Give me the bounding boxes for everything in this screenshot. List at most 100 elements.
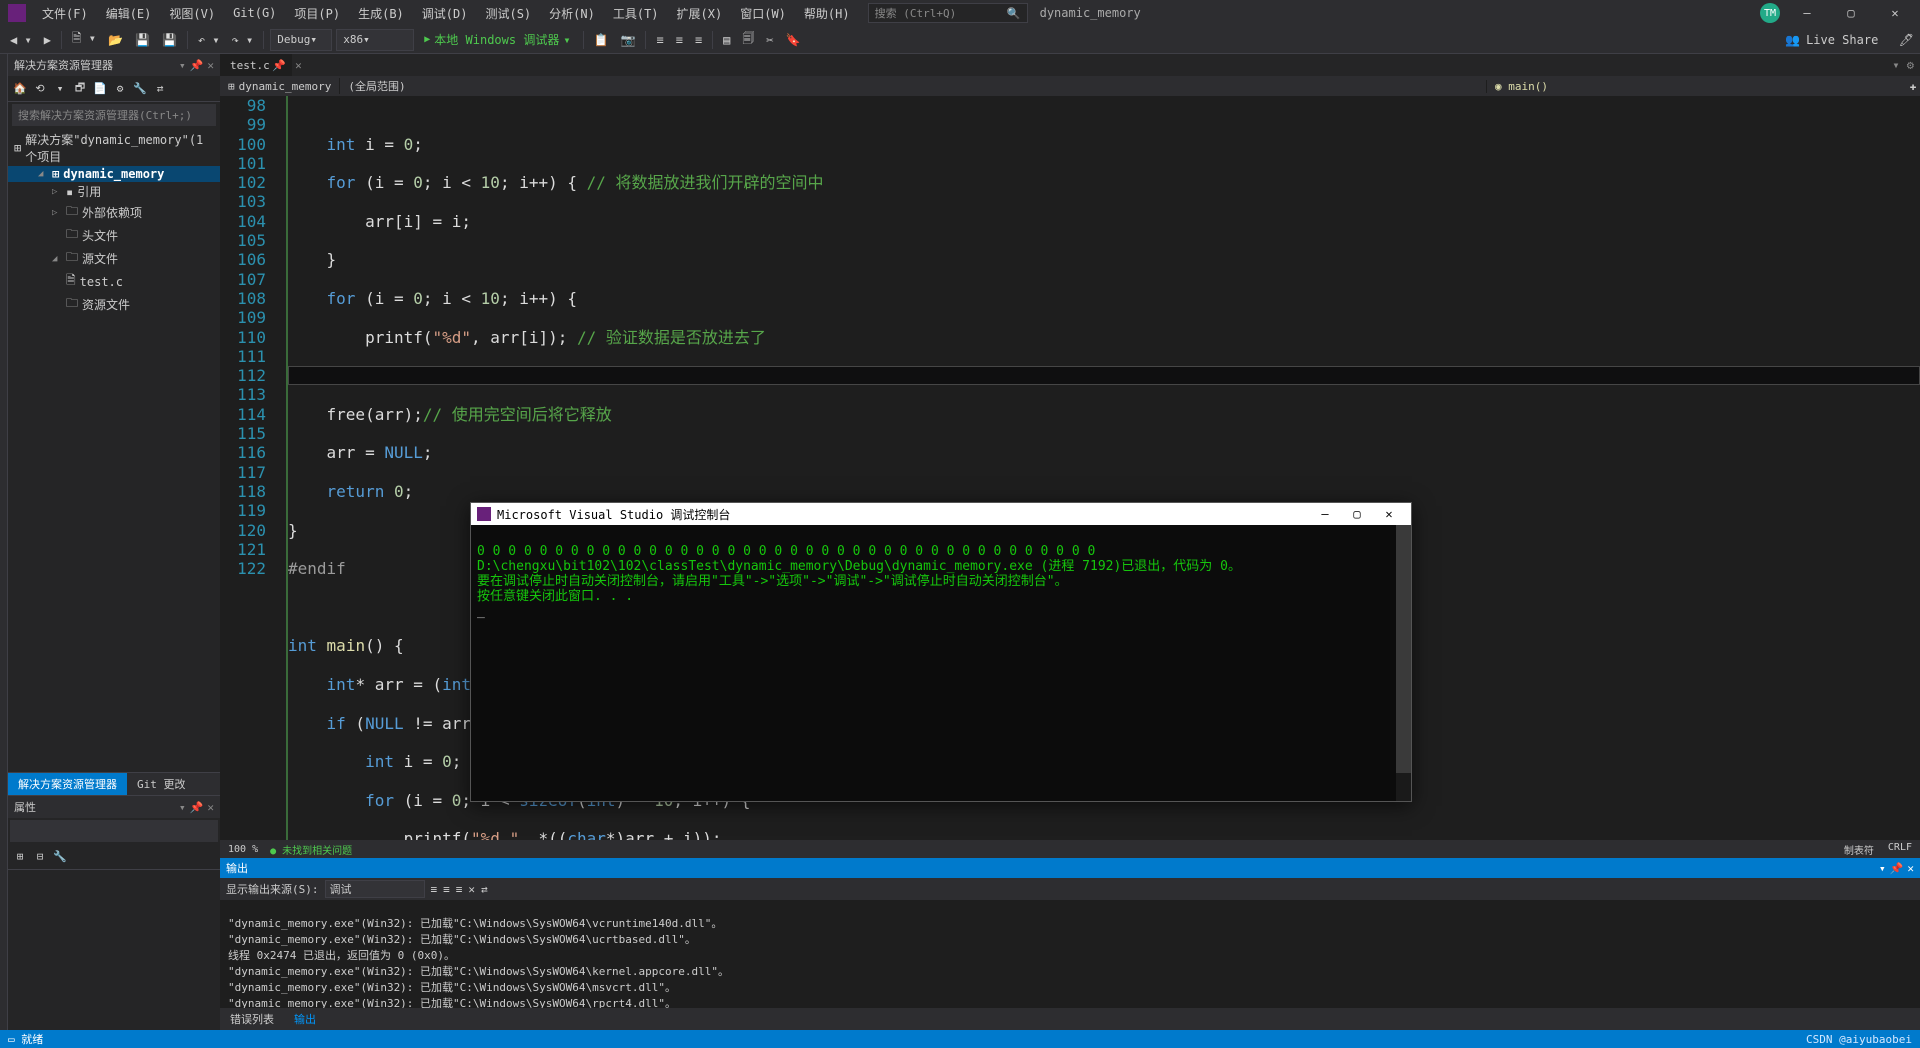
open-btn[interactable]: 📂 bbox=[104, 31, 127, 49]
menu-edit[interactable]: 编辑(E) bbox=[98, 3, 160, 24]
solution-node[interactable]: ⊞ 解决方案"dynamic_memory"(1 个项目 bbox=[8, 130, 220, 166]
source-node[interactable]: ◢🗀 源文件 bbox=[8, 247, 220, 270]
tool-icon-3[interactable]: 📄 bbox=[92, 81, 108, 97]
output-content[interactable]: "dynamic_memory.exe"(Win32): 已加载"C:\Wind… bbox=[220, 900, 1920, 1008]
nav-fwd[interactable]: ▶ bbox=[40, 31, 55, 49]
headers-node[interactable]: 🗀 头文件 bbox=[8, 224, 220, 247]
menu-debug[interactable]: 调试(D) bbox=[414, 3, 476, 24]
pin-icon[interactable]: 📌 bbox=[272, 59, 286, 72]
pin-icon[interactable]: 📌 bbox=[190, 59, 204, 72]
line-ending[interactable]: CRLF bbox=[1888, 842, 1912, 857]
console-titlebar[interactable]: Microsoft Visual Studio 调试控制台 — ▢ ✕ bbox=[471, 503, 1411, 525]
out-tool-2[interactable]: ≡ bbox=[443, 883, 450, 896]
tb-icon-3[interactable]: ≡ bbox=[652, 31, 667, 49]
dropdown-icon[interactable]: ▾ bbox=[179, 59, 186, 72]
props-icon-1[interactable]: ⊞ bbox=[12, 849, 28, 865]
menu-tools[interactable]: 工具(T) bbox=[605, 3, 667, 24]
dropdown-icon[interactable]: ▾ bbox=[179, 801, 186, 814]
saveall-btn[interactable]: 💾 bbox=[158, 31, 181, 49]
close-icon[interactable]: ✕ bbox=[295, 59, 302, 72]
console-close[interactable]: ✕ bbox=[1373, 507, 1405, 521]
tab-error-list[interactable]: 错误列表 bbox=[220, 1009, 284, 1029]
explorer-search[interactable]: 搜索解决方案资源管理器(Ctrl+;) bbox=[12, 104, 216, 126]
tab-git-changes[interactable]: Git 更改 bbox=[127, 773, 196, 795]
console-maximize[interactable]: ▢ bbox=[1341, 507, 1373, 521]
start-debug-button[interactable]: 本地 Windows 调试器 ▾ bbox=[418, 31, 576, 48]
menu-project[interactable]: 项目(P) bbox=[286, 3, 348, 24]
tool-icon-6[interactable]: ⇄ bbox=[152, 81, 168, 97]
props-icon-3[interactable]: 🔧 bbox=[52, 849, 68, 865]
menu-analyze[interactable]: 分析(N) bbox=[541, 3, 603, 24]
tb-icon-4[interactable]: ≡ bbox=[672, 31, 687, 49]
config-select[interactable]: Debug ▾ bbox=[270, 29, 332, 51]
file-node[interactable]: 🗎 test.c bbox=[8, 270, 220, 293]
close-icon[interactable]: ✕ bbox=[207, 59, 214, 72]
tb-icon-5[interactable]: ≡ bbox=[691, 31, 706, 49]
split-icon[interactable]: ✚ bbox=[1906, 80, 1920, 93]
nav-back[interactable]: ◀ ▾ bbox=[6, 31, 36, 49]
menu-file[interactable]: 文件(F) bbox=[34, 3, 96, 24]
close-button[interactable]: ✕ bbox=[1878, 6, 1912, 20]
dropdown-icon[interactable]: ▾ bbox=[1879, 862, 1886, 875]
tab-solution-explorer[interactable]: 解决方案资源管理器 bbox=[8, 773, 127, 795]
editor-tab-testc[interactable]: test.c📌✕ bbox=[220, 54, 292, 76]
out-tool-3[interactable]: ≡ bbox=[456, 883, 463, 896]
menu-extensions[interactable]: 扩展(X) bbox=[669, 3, 731, 24]
references-node[interactable]: ▷▪ 引用 bbox=[8, 182, 220, 201]
redo-btn[interactable]: ↷ ▾ bbox=[228, 31, 258, 49]
console-minimize[interactable]: — bbox=[1309, 507, 1341, 521]
minimize-button[interactable]: — bbox=[1790, 6, 1824, 20]
sync-icon[interactable]: ⟲ bbox=[32, 81, 48, 97]
menu-window[interactable]: 窗口(W) bbox=[732, 3, 794, 24]
tool-icon-5[interactable]: 🔧 bbox=[132, 81, 148, 97]
resource-node[interactable]: 🗀 资源文件 bbox=[8, 293, 220, 316]
tool-icon-2[interactable]: 🗗 bbox=[72, 81, 88, 97]
tb-icon-9[interactable]: 🔖 bbox=[782, 31, 805, 49]
tb-icon-6[interactable]: ▤ bbox=[719, 31, 734, 49]
tb-icon-7[interactable]: 🗐 bbox=[738, 27, 758, 52]
project-node[interactable]: ◢⊞ dynamic_memory bbox=[8, 166, 220, 182]
close-icon[interactable]: ✕ bbox=[1907, 862, 1914, 875]
solution-icon: ⊞ bbox=[14, 141, 21, 155]
user-avatar[interactable]: TM bbox=[1760, 3, 1780, 23]
crumb-project[interactable]: ⊞ dynamic_memory bbox=[220, 80, 339, 93]
console-scrollbar[interactable] bbox=[1396, 525, 1411, 801]
close-icon[interactable]: ✕ bbox=[207, 801, 214, 814]
out-tool-1[interactable]: ≡ bbox=[431, 883, 438, 896]
tb-icon-2[interactable]: 📷 bbox=[617, 31, 640, 49]
out-tool-4[interactable]: ✕ bbox=[468, 883, 475, 896]
crumb-function[interactable]: ◉ main() bbox=[1486, 80, 1906, 93]
editor-dropdown[interactable]: ▾ ⚙ bbox=[1886, 58, 1920, 72]
maximize-button[interactable]: ▢ bbox=[1834, 6, 1868, 20]
menu-test[interactable]: 测试(S) bbox=[477, 3, 539, 24]
menu-build[interactable]: 生成(B) bbox=[350, 3, 412, 24]
menu-git[interactable]: Git(G) bbox=[225, 4, 284, 22]
zoom-level[interactable]: 100 % bbox=[228, 844, 258, 855]
new-btn[interactable]: 🗎 ▾ bbox=[68, 27, 100, 52]
home-icon[interactable]: 🏠 bbox=[12, 81, 28, 97]
fold-margin[interactable] bbox=[276, 96, 288, 840]
external-deps-node[interactable]: ▷🗀 外部依赖项 bbox=[8, 201, 220, 224]
platform-select[interactable]: x86 ▾ bbox=[336, 29, 414, 51]
project-icon: ⊞ bbox=[52, 167, 59, 181]
save-btn[interactable]: 💾 bbox=[131, 31, 154, 49]
debug-console-window[interactable]: Microsoft Visual Studio 调试控制台 — ▢ ✕ 0 0 … bbox=[470, 502, 1412, 802]
menu-help[interactable]: 帮助(H) bbox=[796, 3, 858, 24]
crumb-scope[interactable]: (全局范围) bbox=[339, 78, 1486, 94]
undo-btn[interactable]: ↶ ▾ bbox=[194, 31, 224, 49]
out-tool-5[interactable]: ⇄ bbox=[481, 883, 488, 896]
pin-icon[interactable]: 📌 bbox=[1890, 862, 1904, 875]
menu-view[interactable]: 视图(V) bbox=[161, 3, 223, 24]
tab-output[interactable]: 输出 bbox=[284, 1009, 326, 1029]
tool-icon[interactable]: ▾ bbox=[52, 81, 68, 97]
tool-icon-4[interactable]: ⚙ bbox=[112, 81, 128, 97]
output-source-select[interactable]: 调试 bbox=[325, 880, 425, 898]
live-share-button[interactable]: 👥 Live Share 🖊 bbox=[1785, 33, 1914, 47]
tb-icon-1[interactable]: 📋 bbox=[590, 31, 613, 49]
quick-search[interactable]: 搜索 (Ctrl+Q)🔍 bbox=[868, 3, 1028, 23]
issues-status[interactable]: ● 未找到相关问题 bbox=[270, 842, 352, 857]
indent-mode[interactable]: 制表符 bbox=[1844, 842, 1874, 857]
pin-icon[interactable]: 📌 bbox=[190, 801, 204, 814]
props-icon-2[interactable]: ⊟ bbox=[32, 849, 48, 865]
tb-icon-8[interactable]: ✂ bbox=[762, 31, 777, 49]
